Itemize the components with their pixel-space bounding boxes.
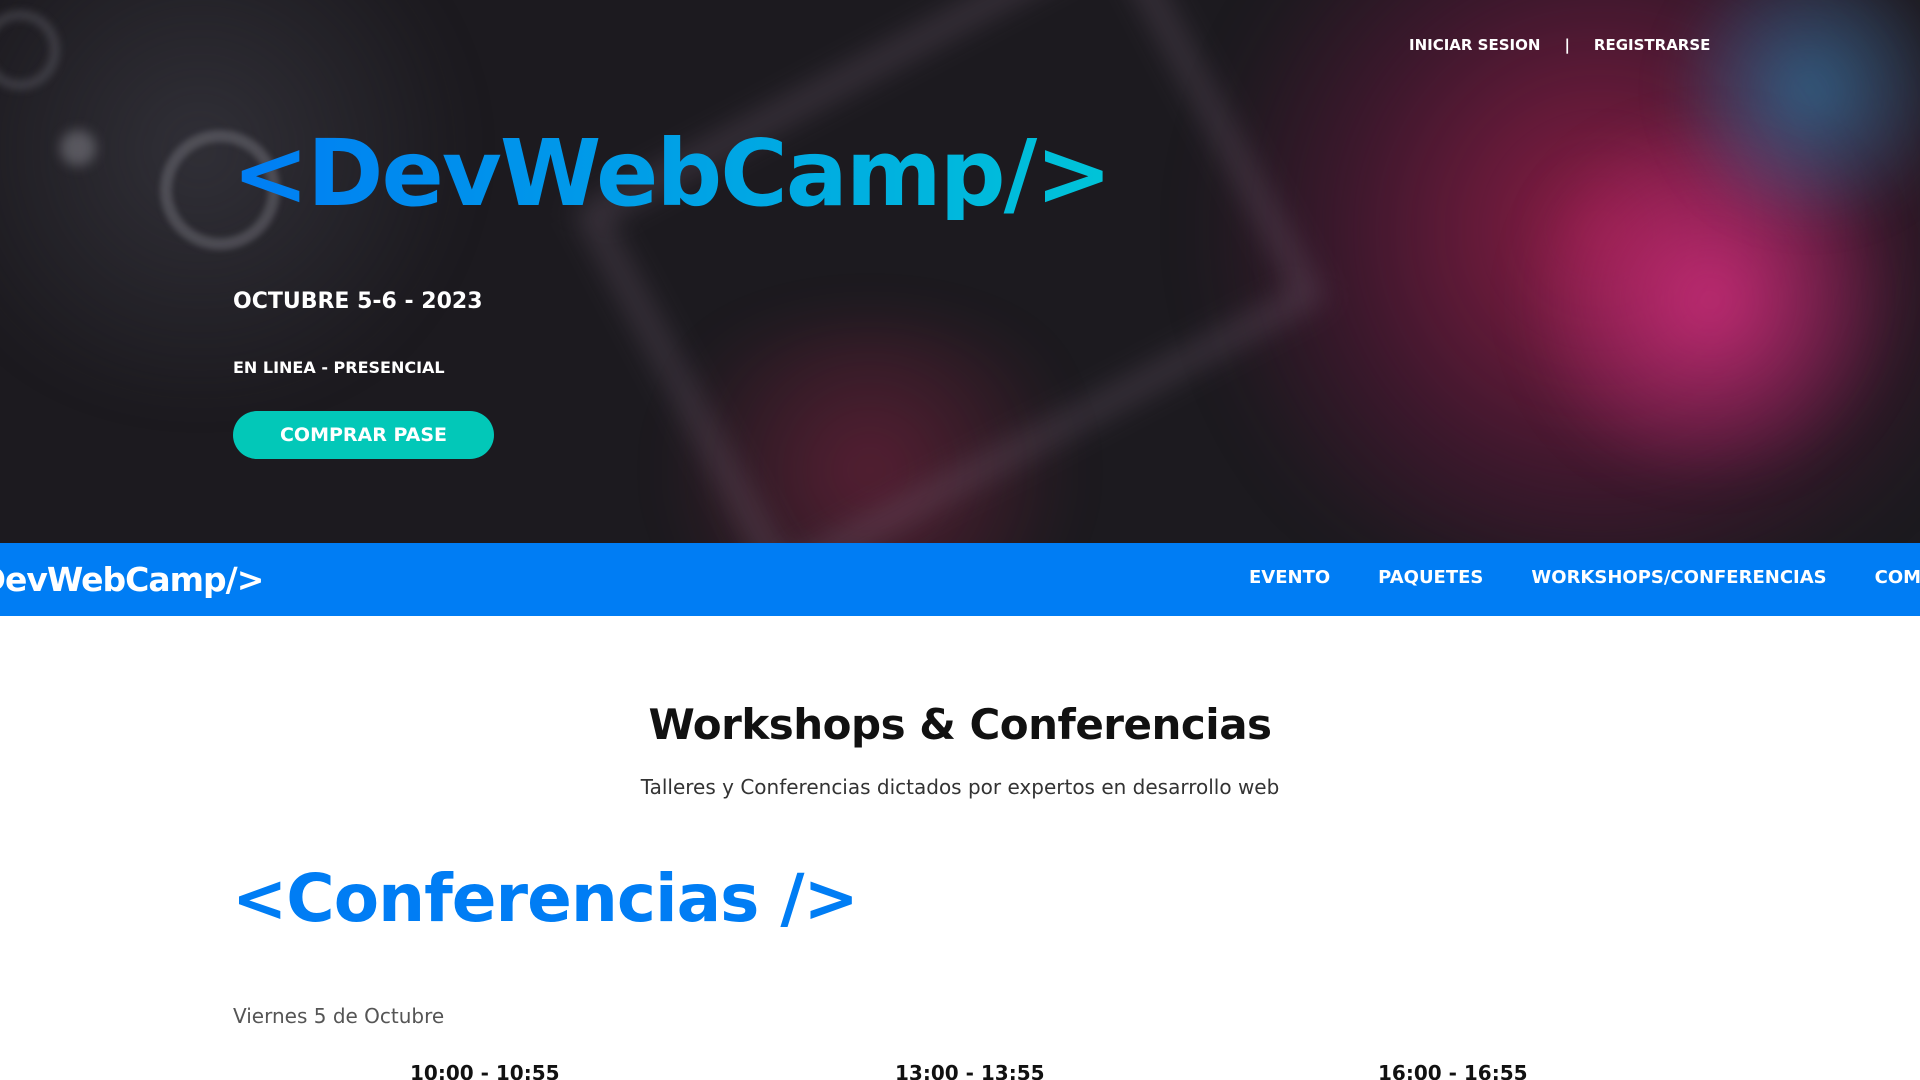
section-title: Workshops & Conferencias bbox=[648, 700, 1272, 749]
time-slot: 16:00 - 16:55 bbox=[1378, 1061, 1528, 1080]
register-link[interactable]: REGISTRARSE bbox=[1594, 36, 1710, 54]
time-slot: 10:00 - 10:55 bbox=[410, 1061, 560, 1080]
hero-background-image bbox=[0, 0, 1920, 543]
login-link[interactable]: INICIAR SESION bbox=[1409, 36, 1540, 54]
buy-pass-button[interactable]: COMPRAR PASE bbox=[233, 411, 494, 459]
event-date: OCTUBRE 5-6 - 2023 bbox=[233, 289, 483, 314]
time-slot: 13:00 - 13:55 bbox=[895, 1061, 1045, 1080]
hero-section: INICIAR SESION | REGISTRARSE <DevWebCamp… bbox=[0, 0, 1920, 543]
auth-links: INICIAR SESION | REGISTRARSE bbox=[1409, 36, 1710, 54]
nav-link-comprar-pase[interactable]: COMPRAR PASE bbox=[1875, 567, 1920, 588]
auth-separator: | bbox=[1564, 36, 1570, 54]
section-subtitle: Talleres y Conferencias dictados por exp… bbox=[640, 775, 1280, 799]
main-navbar: <DevWebCamp/> EVENTO PAQUETES WORKSHOPS/… bbox=[0, 543, 1920, 616]
event-mode: EN LINEA - PRESENCIAL bbox=[233, 358, 445, 377]
nav-link-evento[interactable]: EVENTO bbox=[1249, 567, 1330, 588]
navbar-logo[interactable]: <DevWebCamp/> bbox=[0, 560, 264, 599]
day-label: Viernes 5 de Octubre bbox=[233, 1004, 445, 1028]
hero-logo[interactable]: <DevWebCamp/> bbox=[232, 128, 1112, 220]
dot-shape bbox=[60, 130, 96, 166]
conferencias-heading: <Conferencias /> bbox=[232, 860, 859, 937]
navbar-links: EVENTO PAQUETES WORKSHOPS/CONFERENCIAS C… bbox=[1249, 567, 1920, 588]
nav-link-paquetes[interactable]: PAQUETES bbox=[1378, 567, 1483, 588]
nav-link-workshops[interactable]: WORKSHOPS/CONFERENCIAS bbox=[1531, 567, 1826, 588]
